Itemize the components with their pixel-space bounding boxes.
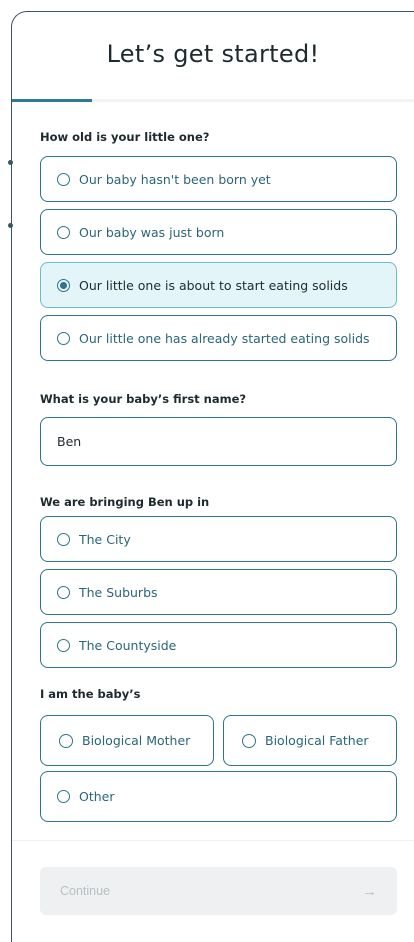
option-label: Our baby was just born — [79, 224, 225, 240]
question-label-age: How old is your little one? — [40, 130, 210, 144]
continue-button[interactable]: Continue → — [40, 867, 397, 915]
radio-icon — [57, 331, 70, 345]
option-suburbs[interactable]: The Suburbs — [40, 569, 397, 615]
option-label: The Suburbs — [79, 584, 158, 600]
option-label: Our baby hasn't been born yet — [79, 171, 271, 187]
option-other[interactable]: Other — [40, 771, 397, 822]
radio-icon — [57, 790, 70, 803]
baby-name-input[interactable] — [40, 417, 397, 466]
arrow-right-icon: → — [362, 882, 377, 900]
option-label: Our little one is about to start eating … — [79, 277, 348, 293]
option-label: Our little one has already started eatin… — [79, 330, 370, 346]
question-label-place: We are bringing Ben up in — [40, 495, 210, 509]
question-label-name: What is your baby’s first name? — [40, 392, 247, 406]
radio-icon — [59, 733, 73, 748]
option-label: The Countyside — [79, 637, 177, 653]
radio-icon — [57, 532, 70, 546]
radio-icon — [57, 172, 70, 186]
option-label: Other — [79, 789, 115, 804]
radio-icon — [57, 225, 70, 239]
option-label: The City — [79, 531, 131, 547]
radio-icon — [57, 278, 70, 292]
question-label-role: I am the baby’s — [40, 687, 141, 701]
progress-fill — [12, 99, 93, 102]
radio-icon — [57, 638, 70, 652]
option-city[interactable]: The City — [40, 516, 397, 562]
option-label: Biological Father — [265, 733, 369, 748]
footer-divider — [12, 840, 414, 841]
radio-icon — [242, 733, 256, 748]
radio-icon — [57, 585, 70, 599]
option-not-born[interactable]: Our baby hasn't been born yet — [40, 156, 397, 202]
edge-marker — [8, 223, 13, 228]
option-just-born[interactable]: Our baby was just born — [40, 209, 397, 255]
page-title: Let’s get started! — [106, 40, 320, 68]
option-biological-mother[interactable]: Biological Mother — [40, 715, 214, 766]
option-about-to-start-solids[interactable]: Our little one is about to start eating … — [40, 262, 397, 308]
option-label: Biological Mother — [82, 733, 191, 748]
option-started-solids[interactable]: Our little one has already started eatin… — [40, 315, 397, 361]
edge-marker — [8, 160, 13, 165]
option-biological-father[interactable]: Biological Father — [223, 715, 397, 766]
option-countryside[interactable]: The Countyside — [40, 622, 397, 668]
continue-label: Continue — [60, 884, 111, 898]
